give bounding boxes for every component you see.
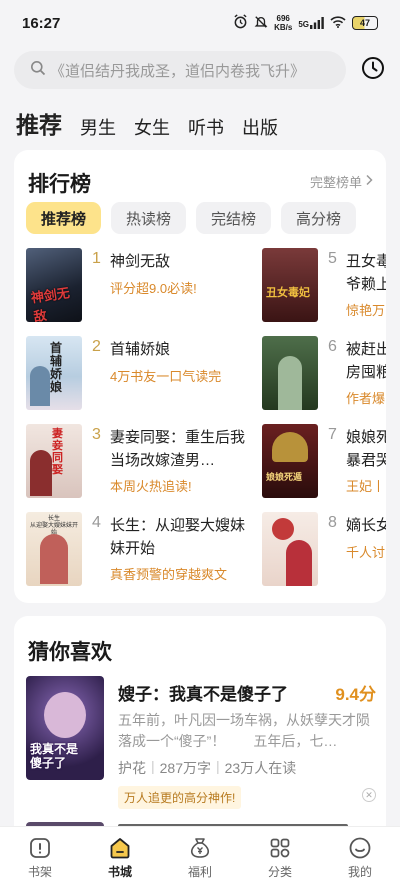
book-cover: 长生 从迎娶大嫂妹妹开始: [26, 512, 82, 586]
net-speed: 696 KB/s: [274, 14, 293, 32]
book-tag: 评分超9.0必读!: [110, 281, 197, 296]
mute-bell-icon: [254, 15, 268, 32]
bottom-nav: 书架 书城 福利 分类 我的: [0, 826, 400, 889]
book-cover: 我真不是 傻子了: [26, 676, 104, 780]
battery-icon: 47: [352, 16, 378, 30]
ranking-tabs: 推荐榜 热读榜 完结榜 高分榜: [26, 202, 357, 234]
book-tag: 王妃丨: [346, 479, 386, 494]
money-bag-icon: [188, 836, 212, 860]
status-time: 16:27: [22, 14, 61, 32]
ranking-item[interactable]: 丑女毒妃 5 丑女毒 爷赖上 惊艳万: [262, 248, 386, 322]
nav-bookstore[interactable]: 书城: [85, 836, 155, 880]
book-title: 妻妾同娶：重生后我当场改嫁渣男…: [110, 429, 246, 469]
status-icons: 696 KB/s 5G 47: [233, 14, 378, 32]
book-description: 五年前，叶凡因一场车祸，从妖孽天才陨落成一个“傻子”！ 五年后，七…: [118, 712, 370, 749]
signal-icon: 5G: [298, 17, 324, 29]
book-badge: 万人追更的高分神作!: [118, 786, 242, 809]
search-icon: [30, 60, 46, 80]
book-cover: 丑女毒妃: [262, 248, 318, 322]
ranking-item[interactable]: 8 嫡长女 千人讨: [262, 512, 386, 586]
nav-mine[interactable]: 我的: [325, 836, 395, 880]
tab-recommend[interactable]: 推荐: [16, 106, 62, 140]
book-cover: [262, 512, 318, 586]
search-row: 《道侣结丹我成圣，道侣内卷我飞升》: [14, 50, 386, 90]
book-title: 娘娘死 暴君哭: [346, 429, 386, 469]
book-tag: 本周火热追读!: [110, 479, 192, 494]
history-button[interactable]: [360, 56, 386, 85]
ranking-item[interactable]: 娘娘死遁 7 娘娘死 暴君哭 王妃丨: [262, 424, 386, 498]
bookshelf-icon: [28, 836, 52, 860]
chevron-right-icon: [364, 174, 374, 189]
channel-tabs: 推荐 男生 女生 听书 出版: [16, 100, 278, 140]
book-title: 嫡长女: [346, 517, 386, 534]
tab-audiobook[interactable]: 听书: [188, 114, 224, 140]
tab-hot-rank[interactable]: 热读榜: [111, 202, 187, 234]
book-title: 丑女毒 爷赖上: [346, 253, 386, 293]
tab-female[interactable]: 女生: [134, 114, 170, 140]
book-tag: 作者爆: [346, 391, 386, 406]
tab-male[interactable]: 男生: [80, 114, 116, 140]
status-bar: 16:27 696 KB/s 5G 47: [0, 0, 400, 46]
book-tag: 4万书友一口气读完: [110, 369, 222, 384]
recommend-title: 猜你喜欢: [28, 641, 112, 664]
book-cover: 娘娘死遁: [262, 424, 318, 498]
book-title: 长生：从迎娶大嫂妹妹开始: [110, 517, 246, 557]
ranking-card: 排行榜 完整榜单 推荐榜 热读榜 完结榜 高分榜 神剑无敌 1 神剑无敌 评分超…: [14, 150, 386, 603]
nav-welfare[interactable]: 福利: [165, 836, 235, 880]
ranking-title: 排行榜: [28, 173, 91, 196]
book-title: 神剑无敌: [110, 253, 171, 270]
recommend-book-item[interactable]: 我真不是 傻子了 嫂子：我真不是傻子了 9.4分 五年前，叶凡因一场车祸，从妖孽天…: [26, 676, 376, 826]
dismiss-icon[interactable]: ✕: [362, 788, 376, 802]
category-grid-icon: [268, 836, 292, 860]
book-cover: [262, 336, 318, 410]
search-input[interactable]: 《道侣结丹我成圣，道侣内卷我飞升》: [14, 51, 346, 89]
book-tag: 真香预警的穿越爽文: [110, 567, 228, 582]
tab-finished-rank[interactable]: 完结榜: [196, 202, 272, 234]
clock-icon: [361, 56, 385, 85]
book-cover: 妻妾同娶: [26, 424, 82, 498]
book-meta: 护花 | 287万字 | 23万人在读: [118, 758, 297, 776]
book-title: 嫂子：我真不是傻子了: [118, 685, 288, 704]
full-list-link[interactable]: 完整榜单: [310, 172, 374, 191]
search-placeholder: 《道侣结丹我成圣，道侣内卷我飞升》: [50, 62, 306, 80]
book-title: 被赶出 房囤粮: [346, 341, 386, 381]
tab-publish[interactable]: 出版: [242, 114, 278, 140]
book-title: 首辅娇娘: [110, 341, 171, 358]
profile-smile-icon: [348, 836, 372, 860]
nav-bookshelf[interactable]: 书架: [5, 836, 75, 880]
book-score: 9.4分: [335, 685, 376, 704]
nav-category[interactable]: 分类: [245, 836, 315, 880]
alarm-icon: [233, 14, 248, 32]
wifi-icon: [330, 15, 346, 31]
book-tag: 惊艳万: [346, 303, 386, 318]
ranking-list: 神剑无敌 1 神剑无敌 评分超9.0必读! 首辅娇娘 2 首辅娇娘 4万书友一口…: [26, 248, 386, 598]
recommend-card: 猜你喜欢 我真不是 傻子了 嫂子：我真不是傻子了 9.4分 五年前，叶凡因一场车祸…: [14, 616, 386, 846]
book-cover: 神剑无敌: [26, 248, 82, 322]
ranking-item[interactable]: 6 被赶出 房囤粮 作者爆: [262, 336, 386, 410]
tab-recommend-rank[interactable]: 推荐榜: [26, 202, 102, 234]
book-cover: 首辅娇娘: [26, 336, 82, 410]
tab-highscore-rank[interactable]: 高分榜: [281, 202, 357, 234]
book-tag: 千人讨: [346, 545, 386, 560]
bookstore-icon: [108, 836, 132, 860]
